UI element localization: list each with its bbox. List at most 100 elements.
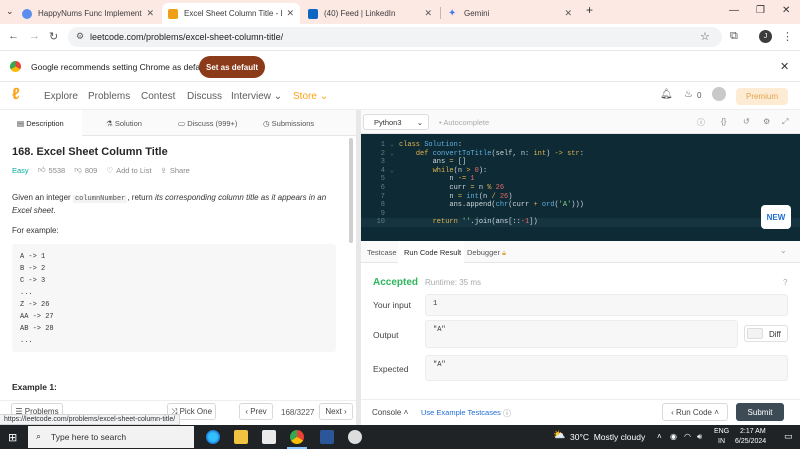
nav-store-label: Store	[293, 91, 317, 102]
close-icon[interactable]: ✕	[146, 8, 154, 19]
code-editor[interactable]: 1 ⌄ class Solution: 2 ⌄ def convertToTitle(…	[361, 134, 800, 241]
collapse-chevron-icon[interactable]: ⌄	[780, 246, 787, 255]
profile-avatar[interactable]: J	[759, 30, 772, 43]
browser-tab-happynums[interactable]: HappyNums Func Implemented ✕	[16, 3, 160, 24]
code-line-8: 8 ans.append(chr(curr + ord('A')))	[380, 201, 584, 210]
restore-icon[interactable]: ❐	[756, 5, 765, 16]
chrome-menu-icon[interactable]: ⋮	[782, 30, 793, 43]
close-infobar-icon[interactable]: ✕	[780, 60, 789, 73]
user-avatar[interactable]	[712, 87, 726, 101]
weather-text[interactable]: 30°C Mostly cloudy	[570, 432, 645, 442]
clock-time[interactable]: 2:17 AM	[740, 428, 766, 435]
settings-icon[interactable]: ⚙	[763, 117, 770, 126]
set-as-default-button[interactable]: Set as default	[199, 56, 265, 78]
bookmark-star-icon[interactable]: ☆	[700, 30, 710, 43]
new-tab-plus-icon[interactable]: +	[586, 3, 593, 17]
tab-search-chevron-icon[interactable]: ⌄	[6, 6, 14, 17]
code-line-4: 4 ⌄ while(n > 0):	[380, 166, 488, 175]
url-omnibox[interactable]: ⚙ leetcode.com/problems/excel-sheet-colu…	[68, 27, 722, 47]
new-feature-button[interactable]: NEW	[761, 205, 791, 229]
browser-tab-linkedin[interactable]: (40) Feed | LinkedIn ✕	[302, 3, 438, 24]
autocomplete-toggle[interactable]: • Autocomplete	[439, 118, 489, 127]
tab-discuss[interactable]: ▭ Discuss (999+)	[178, 119, 237, 128]
streak-flame-icon[interactable]: ♨	[684, 89, 693, 100]
reset-icon[interactable]: ↺	[743, 117, 750, 126]
extensions-puzzle-icon[interactable]: ⧉	[730, 30, 738, 43]
notifications-icon[interactable]: ▭	[784, 431, 793, 442]
nav-discuss[interactable]: Discuss	[187, 91, 222, 102]
tab-testcase[interactable]: Testcase	[367, 248, 397, 257]
store-bag-icon[interactable]	[262, 430, 276, 444]
share-link[interactable]: Share	[170, 166, 190, 175]
notification-bell-icon[interactable]: 🔔︎	[660, 89, 673, 100]
nav-contest[interactable]: Contest	[141, 91, 175, 102]
info-icon[interactable]: ⓘ	[697, 117, 705, 128]
help-circle-icon[interactable]: ⓘ	[503, 408, 511, 419]
windows-start-icon[interactable]: ⊞	[8, 431, 17, 444]
tab-run-code-result[interactable]: Run Code Result	[404, 248, 461, 257]
back-arrow-icon[interactable]: ←	[8, 30, 19, 42]
help-icon[interactable]: ?	[783, 278, 787, 287]
tab-debugger[interactable]: Debugger 🔒︎	[467, 248, 506, 258]
thumbs-up-icon[interactable]: 👍︎	[38, 165, 46, 175]
volume-icon[interactable]: 🔊︎	[697, 432, 702, 442]
nav-problems[interactable]: Problems	[88, 91, 130, 102]
windows-taskbar: ⊞ ⌕ Type here to search ⛅ 30°C Mostly cl…	[0, 425, 800, 449]
document-icon: ▤	[17, 119, 25, 128]
site-settings-icon[interactable]: ⚙	[76, 31, 84, 42]
diff-toggle[interactable]: Diff	[744, 325, 788, 342]
console-toggle[interactable]: Console ˄	[372, 408, 408, 417]
next-button[interactable]: Next ›	[319, 403, 353, 420]
submit-button[interactable]: Submit	[736, 403, 784, 421]
description-scrollbar[interactable]	[349, 138, 353, 243]
nav-store[interactable]: Store ⌄	[293, 91, 328, 102]
leetcode-favicon-icon	[168, 8, 178, 19]
browser-favicon-icon	[22, 8, 32, 19]
search-icon: ⌕	[36, 431, 42, 441]
minimize-icon[interactable]: —	[729, 5, 739, 16]
output-box: "A"	[425, 320, 738, 348]
premium-button[interactable]: Premium	[736, 88, 788, 105]
word-icon[interactable]	[320, 430, 334, 444]
edge-icon[interactable]	[206, 430, 220, 444]
reload-icon[interactable]: ↻	[49, 30, 58, 43]
url-text[interactable]: leetcode.com/problems/excel-sheet-column…	[90, 32, 283, 42]
leetcode-logo-icon[interactable]: ℓ	[12, 86, 20, 104]
run-code-button[interactable]: ‹ Run Code ˄	[662, 403, 728, 421]
browser-tab-leetcode[interactable]: Excel Sheet Column Title - Leetc ✕	[162, 3, 300, 24]
chevron-up-icon: ˄	[403, 408, 409, 417]
close-icon[interactable]: ✕	[286, 8, 294, 19]
tab-submissions[interactable]: ◷ Submissions	[263, 119, 314, 128]
network-icon[interactable]: ◉	[670, 432, 677, 441]
nav-explore[interactable]: Explore	[44, 91, 78, 102]
browser-tab-gemini[interactable]: ✦ Gemini ✕	[442, 3, 578, 24]
tab-discuss-label: Discuss (999+)	[187, 119, 238, 128]
wifi-icon[interactable]: ◠	[684, 432, 691, 441]
weather-cloud-icon: ⛅	[553, 430, 566, 441]
desc-code: columnNumber	[72, 195, 128, 203]
tab-solution[interactable]: ⚗ Solution	[106, 119, 142, 128]
language-select[interactable]: Python3 ⌄	[363, 114, 429, 130]
prev-button[interactable]: ‹ Prev	[239, 403, 273, 420]
braces-icon[interactable]: {}	[721, 117, 726, 126]
chrome-logo-icon	[10, 61, 21, 72]
use-example-testcases-link[interactable]: Use Example Testcases	[421, 408, 501, 417]
fullscreen-icon[interactable]: ⤢	[782, 117, 788, 127]
window-close-icon[interactable]: ✕	[782, 5, 790, 16]
close-icon[interactable]: ✕	[564, 8, 572, 19]
tray-chevron-icon[interactable]: ˄	[657, 432, 662, 441]
add-to-list-link[interactable]: Add to List	[116, 166, 151, 175]
close-icon[interactable]: ✕	[424, 8, 432, 19]
coin-count: 0	[697, 91, 702, 100]
forward-arrow-icon[interactable]: →	[29, 30, 40, 42]
file-explorer-icon[interactable]	[234, 430, 248, 444]
tab-description[interactable]: ▤ Description	[17, 119, 64, 128]
example-line: AA -> 27	[20, 313, 54, 321]
chatgpt-icon[interactable]	[348, 430, 362, 444]
nav-interview[interactable]: Interview ⌄	[231, 91, 282, 102]
problem-description-panel: 168. Excel Sheet Column Title Easy 👍︎ 55…	[0, 136, 356, 400]
thumbs-down-icon[interactable]: 👎︎	[74, 165, 82, 175]
taskbar-search-input[interactable]: ⌕ Type here to search	[28, 426, 194, 448]
chrome-taskbar-icon[interactable]	[290, 430, 304, 444]
input-language[interactable]: ENG	[714, 428, 729, 435]
